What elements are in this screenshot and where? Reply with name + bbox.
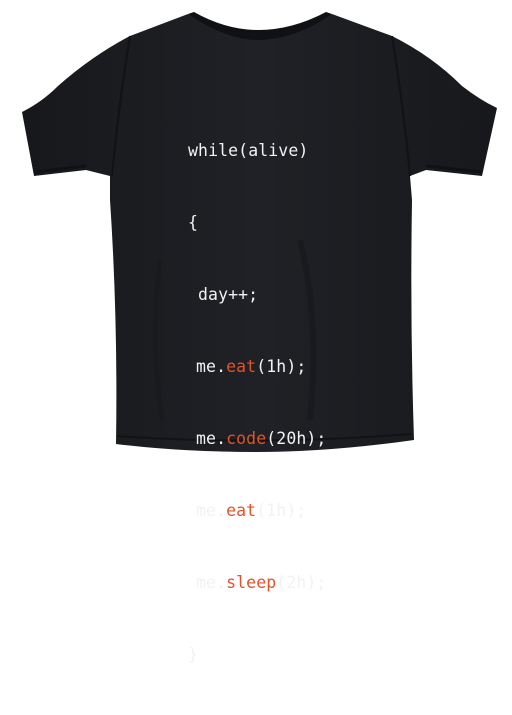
code-prefix: me.: [196, 573, 227, 592]
code-prefix: me.: [196, 429, 227, 448]
code-line-sleep: me.sleep(2h);: [188, 571, 388, 595]
code-line-while: while(alive): [188, 141, 309, 160]
code-suffix: (1h);: [256, 501, 307, 520]
code-method: eat: [226, 357, 257, 376]
code-suffix: (2h);: [276, 573, 327, 592]
code-line-close-brace: }: [188, 645, 199, 664]
code-prefix: me.: [196, 501, 227, 520]
code-line-open-brace: {: [188, 213, 199, 232]
code-suffix: (20h);: [266, 429, 327, 448]
code-suffix: (1h);: [256, 357, 307, 376]
code-method: sleep: [226, 573, 277, 592]
code-method: code: [226, 429, 267, 448]
code-line-code: me.code(20h);: [188, 427, 388, 451]
code-line-eat-1: me.eat(1h);: [188, 355, 388, 379]
code-method: eat: [226, 501, 257, 520]
product-photo: while(alive) { day++; me.eat(1h); me.cod…: [0, 0, 512, 664]
code-line-eat-2: me.eat(1h);: [188, 499, 388, 523]
code-line-day: day++;: [198, 285, 259, 304]
code-prefix: me.: [196, 357, 227, 376]
code-print: while(alive) { day++; me.eat(1h); me.cod…: [188, 91, 388, 715]
